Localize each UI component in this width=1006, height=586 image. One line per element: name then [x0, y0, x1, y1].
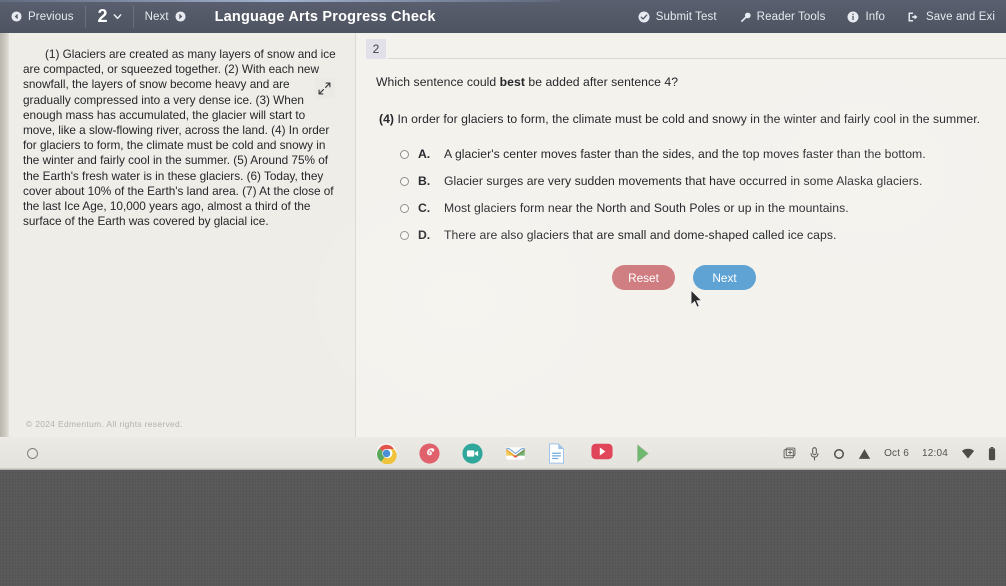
save-and-exit-button[interactable]: Save and Exi: [896, 0, 1006, 33]
answer-choice-a[interactable]: A. A glacier's center moves faster than …: [400, 147, 1006, 174]
previous-label: Previous: [28, 10, 74, 23]
mouse-cursor: [690, 288, 704, 314]
passage-text: (1) Glaciers are created as many layers …: [23, 47, 336, 229]
radio-button-c[interactable]: [400, 204, 409, 213]
shelf-app-list: [376, 437, 655, 470]
toolbar-top-highlight: [0, 0, 560, 2]
wrench-icon: [739, 11, 751, 23]
radio-button-a[interactable]: [400, 150, 409, 159]
choice-letter-b: B.: [418, 174, 431, 188]
docs-icon[interactable]: [548, 443, 569, 464]
question-action-buttons: Reset Next: [612, 265, 756, 290]
status-date[interactable]: Oct 6: [884, 448, 909, 459]
play-store-icon[interactable]: [634, 443, 655, 464]
toolbar-right-group: Submit Test Reader Tools Info Save and E…: [627, 0, 1006, 33]
question-panel: 2 Which sentence could best be added aft…: [356, 33, 1006, 437]
copyright-text: © 2024 Edmentum. All rights reserved.: [26, 419, 183, 429]
test-toolbar: Previous 2 Next Language Arts Progress C…: [0, 0, 1006, 33]
question-number-dropdown[interactable]: 2: [86, 0, 133, 33]
next-nav-button[interactable]: Next: [134, 0, 197, 33]
expand-diagonal-icon: [318, 82, 331, 95]
chromeos-shelf: Oct 6 12:04: [0, 437, 1006, 470]
question-number-row: 2: [356, 33, 1006, 59]
previous-button[interactable]: Previous: [0, 0, 85, 33]
check-circle-icon: [638, 11, 650, 23]
choice-letter-d: D.: [418, 228, 431, 242]
youtube-icon[interactable]: [591, 443, 613, 464]
question-number-badge: 2: [366, 39, 386, 59]
answer-choice-b[interactable]: B. Glacier surges are very sudden moveme…: [400, 174, 1006, 201]
choice-letter-c: C.: [418, 201, 431, 215]
gmail-icon[interactable]: [505, 443, 526, 464]
radio-button-b[interactable]: [400, 177, 409, 186]
question-stem-emphasis: best: [499, 75, 525, 89]
submit-test-label: Submit Test: [655, 10, 717, 23]
chevron-down-icon: [112, 11, 123, 22]
info-button[interactable]: Info: [836, 0, 896, 33]
reset-button[interactable]: Reset: [612, 265, 675, 290]
expand-passage-button[interactable]: [314, 78, 335, 99]
desk-surface: [0, 470, 1006, 586]
next-arrow-icon: [175, 11, 186, 22]
reader-tools-button[interactable]: Reader Tools: [728, 0, 837, 33]
next-nav-label: Next: [144, 10, 169, 23]
info-label: Info: [865, 10, 886, 23]
question-stem-after: be added after sentence 4?: [524, 75, 679, 89]
circle-indicator-icon[interactable]: [833, 448, 845, 460]
chromebook-screen: Previous 2 Next Language Arts Progress C…: [0, 0, 1006, 472]
referenced-sentence: (4) In order for glaciers to form, the c…: [379, 112, 1006, 126]
question-stem-before: Which sentence could: [376, 75, 500, 89]
reader-tools-label: Reader Tools: [756, 10, 826, 23]
assistant-icon[interactable]: [419, 443, 440, 464]
referenced-sentence-text: In order for glaciers to form, the clima…: [394, 112, 981, 126]
status-area[interactable]: Oct 6 12:04: [783, 437, 996, 470]
reading-passage-panel: (1) Glaciers are created as many layers …: [9, 33, 355, 437]
info-icon: [847, 11, 859, 23]
answer-choice-c[interactable]: C. Most glaciers form near the North and…: [400, 201, 1006, 228]
chrome-icon[interactable]: [376, 443, 397, 464]
save-and-exit-label: Save and Exi: [926, 10, 995, 23]
status-time[interactable]: 12:04: [922, 448, 948, 459]
left-gutter: [0, 33, 9, 437]
next-button[interactable]: Next: [693, 265, 756, 290]
choice-letter-a: A.: [418, 147, 431, 161]
launcher-button[interactable]: [27, 448, 38, 459]
answer-choice-d[interactable]: D. There are also glaciers that are smal…: [400, 228, 1006, 255]
screen-capture-icon[interactable]: [783, 447, 796, 460]
question-stem: Which sentence could best be added after…: [376, 75, 1006, 89]
previous-arrow-icon: [11, 11, 22, 22]
choice-text-c: Most glaciers form near the North and So…: [444, 201, 849, 215]
answer-choices-list: A. A glacier's center moves faster than …: [400, 147, 1006, 255]
microphone-icon[interactable]: [809, 446, 820, 461]
referenced-sentence-number: (4): [379, 112, 395, 126]
submit-test-button[interactable]: Submit Test: [627, 0, 728, 33]
exit-icon: [907, 11, 920, 23]
battery-icon[interactable]: [988, 446, 996, 461]
wifi-icon[interactable]: [961, 448, 975, 459]
meet-icon[interactable]: [462, 443, 483, 464]
choice-text-b: Glacier surges are very sudden movements…: [444, 174, 923, 188]
page-title: Language Arts Progress Check: [214, 8, 436, 25]
radio-button-d[interactable]: [400, 231, 409, 240]
question-header-rule: [388, 58, 1006, 59]
choice-text-d: There are also glaciers that are small a…: [444, 228, 837, 242]
question-number-value: 2: [97, 6, 108, 26]
choice-text-a: A glacier's center moves faster than the…: [444, 147, 926, 161]
toolbar-left-group: Previous 2 Next Language Arts Progress C…: [0, 0, 436, 33]
warning-triangle-icon[interactable]: [858, 448, 871, 460]
test-content-area: (1) Glaciers are created as many layers …: [0, 33, 1006, 437]
